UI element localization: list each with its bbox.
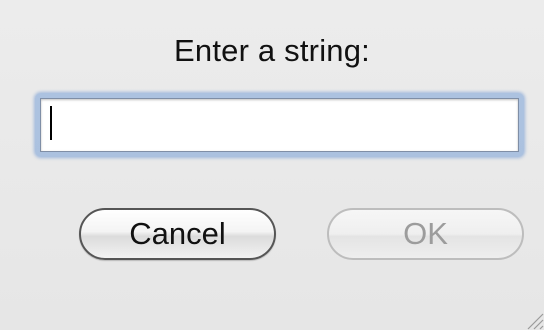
input-dialog: Enter a string: Cancel OK xyxy=(0,0,544,330)
resize-grip-icon[interactable] xyxy=(516,302,544,330)
cancel-button[interactable]: Cancel xyxy=(79,208,276,260)
text-caret xyxy=(50,106,52,140)
prompt-label: Enter a string: xyxy=(174,33,370,68)
string-input-focus-ring xyxy=(35,93,524,157)
string-input[interactable] xyxy=(40,98,519,152)
ok-button[interactable]: OK xyxy=(327,208,524,260)
